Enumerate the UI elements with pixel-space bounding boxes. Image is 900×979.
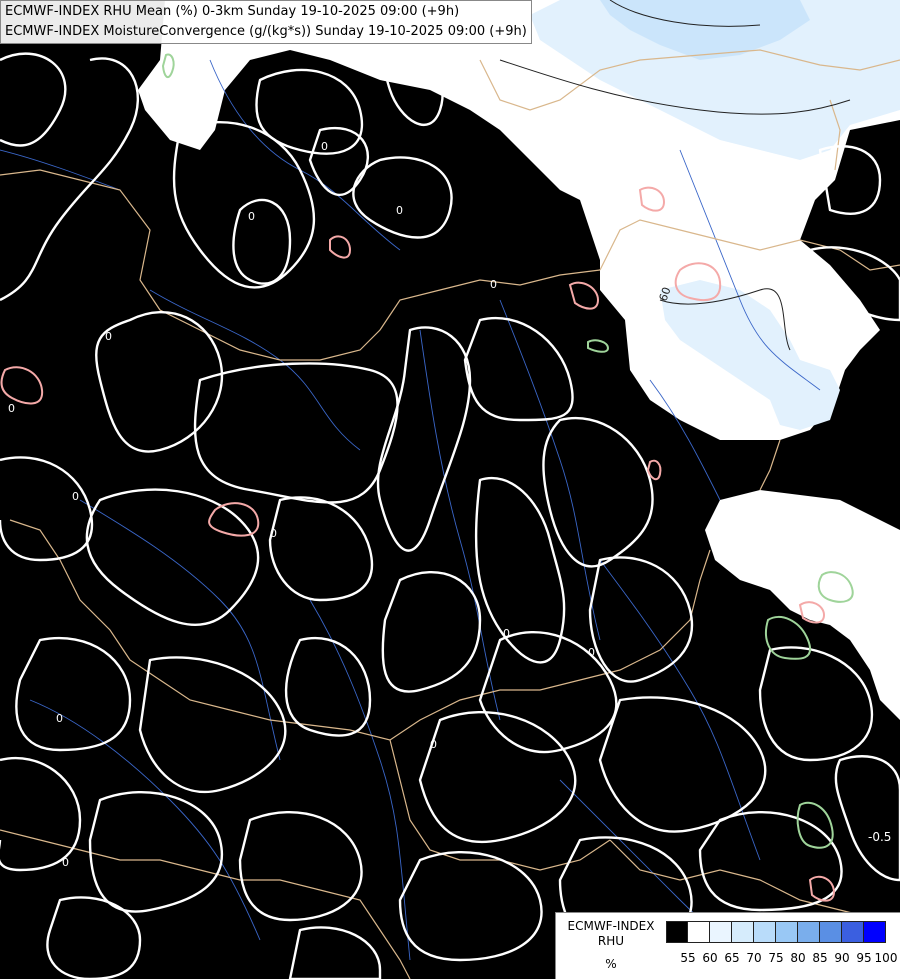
legend-ticks: 55 60 65 70 75 80 85 90 95 100 — [666, 951, 898, 969]
contour-label-zero: 0 — [588, 646, 595, 659]
legend-tick-label: 100 — [874, 951, 898, 965]
contour-label-zero: 0 — [503, 627, 510, 640]
header-line-rhu: ECMWF-INDEX RHU Mean (%) 0-3km Sunday 19… — [5, 4, 460, 19]
legend-swatch — [864, 921, 886, 943]
legend: ECMWF-INDEX RHU % 55 60 65 70 75 80 85 90 95 100 — [555, 912, 900, 979]
legend-swatch — [842, 921, 864, 943]
contour-label-zero: 0 — [248, 210, 255, 223]
legend-swatch — [776, 921, 798, 943]
contour-label-zero: 0 — [321, 140, 328, 153]
legend-swatches — [666, 921, 886, 943]
weather-map: 0 0 0 0 0 0 0 0 0 0 0 0 0 60 -0.5 — [0, 0, 900, 979]
legend-title: ECMWF-INDEX RHU — [556, 919, 666, 949]
legend-title-variable: RHU — [597, 934, 625, 948]
contour-label-zero: 0 — [105, 330, 112, 343]
contour-label-zero: 0 — [62, 856, 69, 869]
legend-swatch — [666, 921, 688, 943]
contour-label-zero: 0 — [396, 204, 403, 217]
legend-swatch — [820, 921, 842, 943]
contour-label-zero: 0 — [56, 712, 63, 725]
header-line-convergence: ECMWF-INDEX MoistureConvergence (g/(kg*s… — [5, 24, 527, 39]
legend-unit: % — [605, 957, 617, 971]
contour-label-zero: 0 — [430, 738, 437, 751]
legend-swatch — [754, 921, 776, 943]
contour-label-zero: 0 — [490, 278, 497, 291]
map-header: ECMWF-INDEX RHU Mean (%) 0-3km Sunday 19… — [0, 0, 532, 44]
contour-label-zero: 0 — [8, 402, 15, 415]
legend-title-model: ECMWF-INDEX — [567, 919, 655, 933]
legend-swatch — [798, 921, 820, 943]
legend-swatch — [710, 921, 732, 943]
contour-label-zero: 0 — [72, 490, 79, 503]
contour-label-zero: 0 — [270, 527, 277, 540]
contour-label-minus-half: -0.5 — [868, 830, 891, 844]
legend-swatch — [732, 921, 754, 943]
legend-swatch — [688, 921, 710, 943]
